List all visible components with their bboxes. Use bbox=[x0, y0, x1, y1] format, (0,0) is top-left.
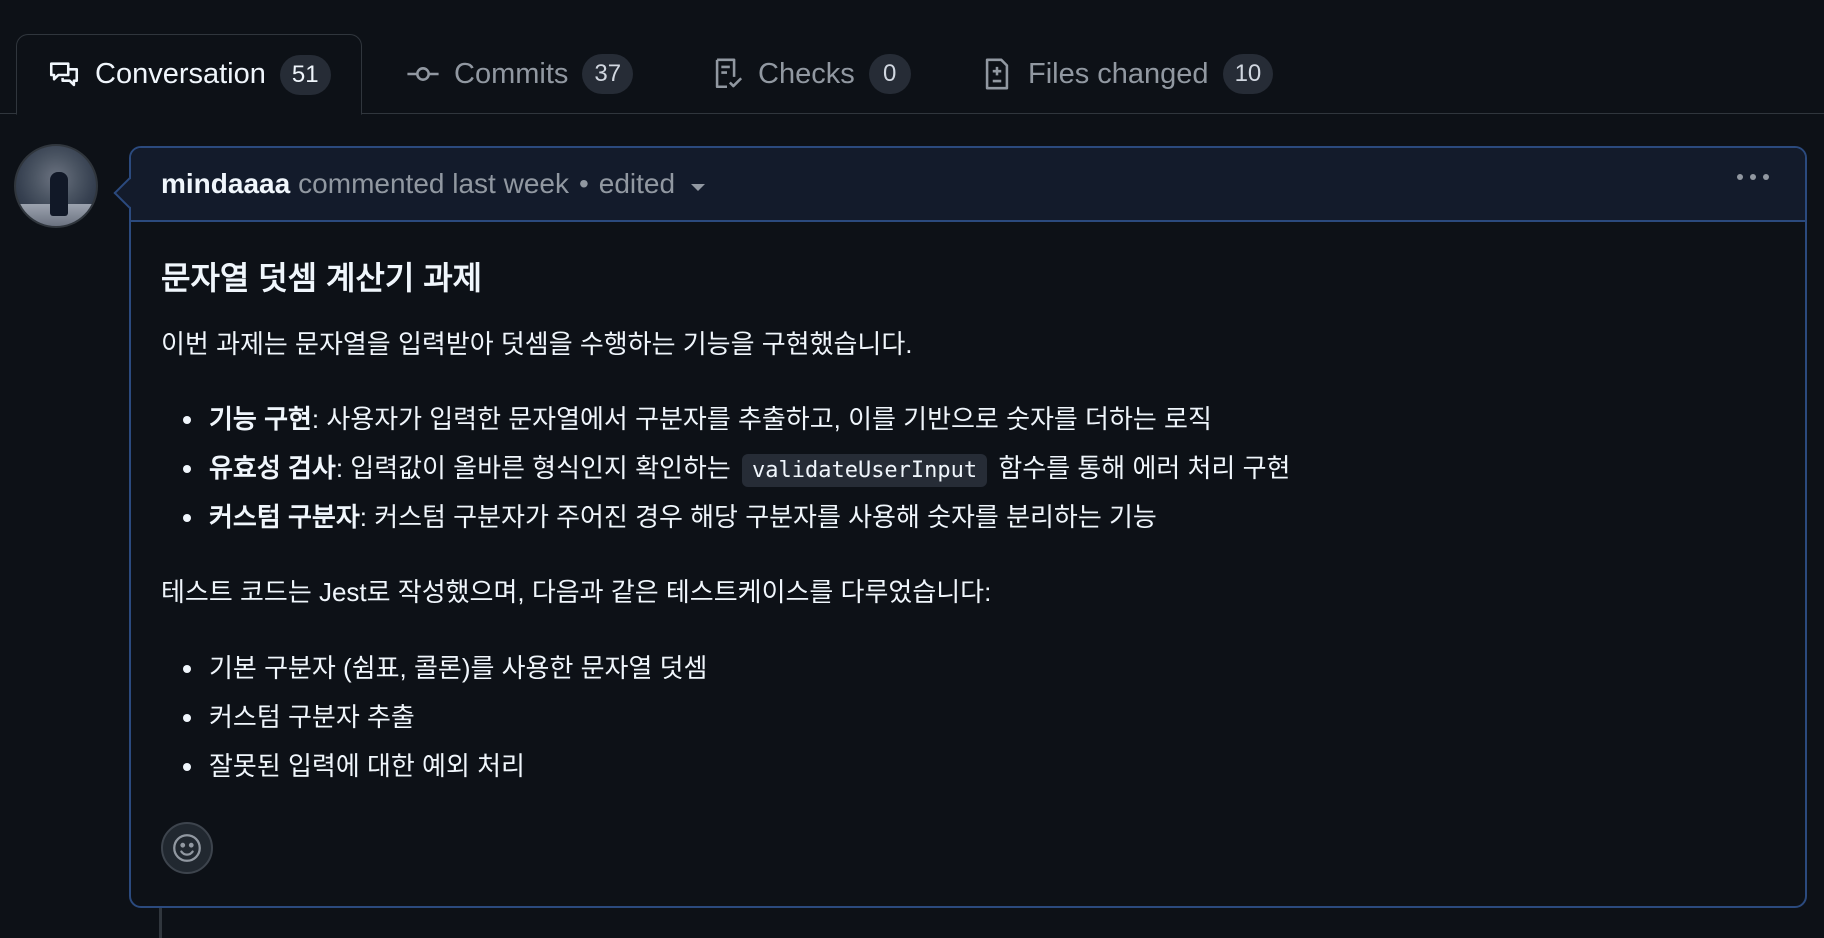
feature-text-after: 함수를 통해 에러 처리 구현 bbox=[998, 453, 1291, 484]
comment-body: 문자열 덧셈 계산기 과제 이번 과제는 문자열을 입력받아 덧셈을 수행하는 … bbox=[131, 222, 1805, 791]
inline-code: validateUserInput bbox=[741, 454, 988, 488]
tab-conversation-label: Conversation bbox=[95, 58, 266, 90]
git-commit-icon bbox=[407, 67, 439, 81]
comment-intro: 이번 과제는 문자열을 입력받아 덧셈을 수행하는 기능을 구현했습니다. bbox=[161, 328, 913, 359]
tab-commits[interactable]: Commits 37 bbox=[376, 34, 663, 114]
feature-text: : 커스텀 구분자가 주어진 경우 해당 구분자를 사용해 숫자를 분리하는 기… bbox=[359, 502, 1157, 533]
edited-dropdown[interactable]: edited bbox=[598, 168, 706, 200]
file-diff-icon bbox=[985, 58, 1009, 90]
tab-checks[interactable]: Checks 0 bbox=[680, 34, 941, 114]
kebab-menu-icon[interactable] bbox=[1737, 174, 1769, 180]
comment-author-link[interactable]: mindaaaa bbox=[161, 168, 290, 200]
tab-commits-label: Commits bbox=[454, 57, 569, 90]
tab-files-changed[interactable]: Files changed 10 bbox=[950, 34, 1303, 114]
comment-heading: 문자열 덧셈 계산기 과제 bbox=[161, 260, 483, 296]
tab-files-changed-label: Files changed bbox=[1028, 57, 1209, 90]
list-item: 커스텀 구분자: 커스텀 구분자가 주어진 경우 해당 구분자를 사용해 숫자를… bbox=[161, 493, 1775, 542]
list-item: 기능 구현: 사용자가 입력한 문자열에서 구분자를 추출하고, 이를 기반으로… bbox=[161, 395, 1775, 444]
comment-action-text: commented last week bbox=[298, 168, 569, 199]
header-separator: • bbox=[578, 168, 589, 199]
feature-title: 커스텀 구분자 bbox=[209, 502, 360, 533]
comment-discussion-icon bbox=[49, 61, 79, 86]
pr-description-comment: mindaaaa commented last week • edited 문자… bbox=[113, 146, 1807, 908]
tab-checks-counter: 0 bbox=[868, 54, 911, 94]
list-item: 잘못된 입력에 대한 예외 처리 bbox=[161, 742, 1775, 791]
list-item: 기본 구분자 (쉼표, 콜론)를 사용한 문자열 덧셈 bbox=[161, 644, 1775, 693]
avatar[interactable] bbox=[14, 144, 98, 228]
test-case-list: 기본 구분자 (쉼표, 콜론)를 사용한 문자열 덧셈 커스텀 구분자 추출 잘… bbox=[161, 644, 1775, 791]
checklist-icon bbox=[715, 58, 743, 89]
test-intro: 테스트 코드는 Jest로 작성했으며, 다음과 같은 테스트케이스를 다루었습… bbox=[161, 577, 992, 608]
list-item: 유효성 검사: 입력값이 올바른 형식인지 확인하는 validateUserI… bbox=[161, 444, 1775, 493]
comment-header: mindaaaa commented last week • edited bbox=[131, 148, 1805, 222]
tab-commits-counter: 37 bbox=[582, 54, 634, 94]
feature-text: : 사용자가 입력한 문자열에서 구분자를 추출하고, 이를 기반으로 숫자를 … bbox=[311, 404, 1212, 435]
avatar-figure bbox=[50, 172, 68, 216]
tab-conversation-counter: 51 bbox=[279, 54, 331, 95]
chevron-down-icon bbox=[691, 183, 706, 191]
add-reaction-button[interactable] bbox=[161, 822, 213, 874]
edited-label: edited bbox=[598, 168, 676, 199]
feature-title: 기능 구현 bbox=[209, 404, 312, 435]
feature-title: 유효성 검사 bbox=[209, 453, 336, 484]
smiley-icon bbox=[173, 834, 201, 862]
tab-conversation[interactable]: Conversation 51 bbox=[16, 34, 362, 115]
feature-text: : 입력값이 올바른 형식인지 확인하는 bbox=[335, 453, 731, 484]
pr-tab-bar: Conversation 51 Commits 37 Checks 0 File… bbox=[0, 0, 1824, 115]
feature-list: 기능 구현: 사용자가 입력한 문자열에서 구분자를 추출하고, 이를 기반으로… bbox=[161, 395, 1775, 542]
tab-checks-label: Checks bbox=[758, 57, 855, 90]
tab-files-changed-counter: 10 bbox=[1222, 54, 1274, 94]
list-item: 커스텀 구분자 추출 bbox=[161, 693, 1775, 742]
timeline-connector bbox=[159, 908, 162, 938]
